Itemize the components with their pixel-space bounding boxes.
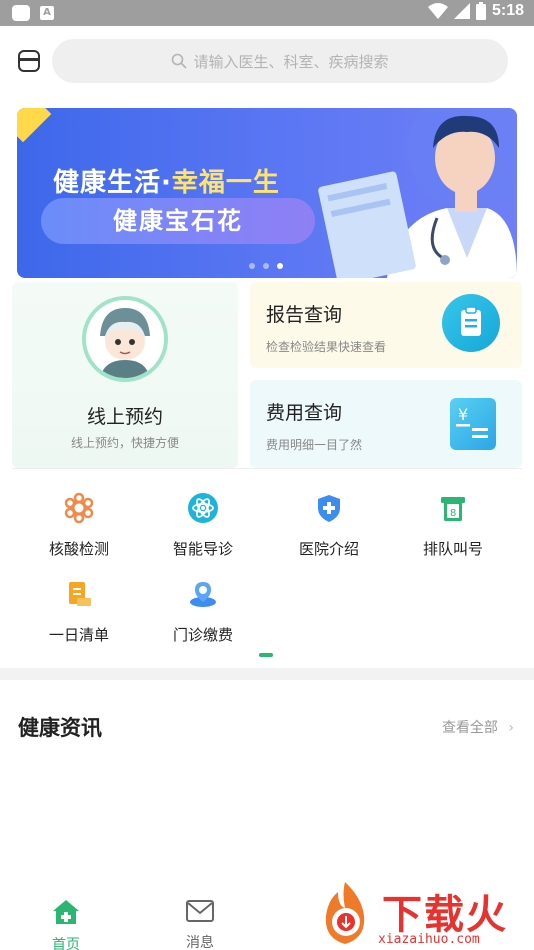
- watermark-logo: 下载火 xiazaihuo.com: [312, 878, 526, 950]
- banner-corner-decoration: [17, 108, 52, 143]
- daily-list-icon: [69, 582, 91, 606]
- function-outpatient-payment[interactable]: 门诊缴费: [148, 578, 258, 648]
- wifi-icon: [427, 3, 448, 19]
- appointment-subtitle: 线上预约，快捷方便: [70, 436, 179, 450]
- search-icon: [172, 53, 187, 69]
- search-placeholder: 请输入医生、科室、疾病搜索: [193, 52, 389, 71]
- status-bar: A 5:18: [0, 0, 534, 26]
- hospital-shield-icon: [318, 495, 340, 522]
- smart-guide-icon: [188, 493, 218, 523]
- queue-ticket-icon: 8: [441, 497, 465, 521]
- banner-title-part2: 幸福一生: [171, 168, 280, 198]
- nucleic-acid-icon: [64, 492, 94, 524]
- page-indicator: [259, 653, 273, 657]
- banner-subtitle: 健康宝石花: [113, 207, 243, 235]
- banner-pagination: [249, 263, 283, 269]
- home-icon: [53, 900, 79, 924]
- bill-icon: ¥: [450, 398, 496, 450]
- doctor-cartoon-icon: [86, 300, 164, 378]
- watermark-url: xiazaihuo.com: [378, 932, 480, 947]
- divider-line: [12, 468, 522, 469]
- status-time: 5:18: [491, 2, 524, 19]
- function-smart-guide[interactable]: 智能导诊: [148, 492, 258, 562]
- app-a-icon: A: [40, 6, 54, 20]
- mail-icon: [186, 900, 214, 922]
- signal-icon: [453, 3, 470, 19]
- fee-subtitle: 费用明细一目了然: [266, 438, 363, 452]
- function-label: 一日清单: [48, 626, 109, 644]
- doctor-illustration: [318, 108, 517, 278]
- section-divider: [0, 668, 534, 680]
- function-nucleic-acid[interactable]: 核酸检测: [24, 492, 134, 562]
- report-subtitle: 检查检验结果快速查看: [266, 340, 387, 354]
- function-label: 医院介绍: [298, 540, 359, 558]
- nav-home-label: 首页: [52, 937, 80, 950]
- promo-banner[interactable]: 健康生活·幸福一生 健康宝石花: [17, 108, 517, 278]
- nav-messages[interactable]: 消息: [160, 898, 240, 950]
- function-queue[interactable]: 8 排队叫号: [398, 492, 508, 562]
- fee-title: 费用查询: [266, 402, 343, 424]
- banner-dot[interactable]: [249, 263, 255, 269]
- chevron-right-icon: ›: [508, 720, 514, 736]
- nav-home[interactable]: 首页: [26, 898, 106, 950]
- nav-messages-label: 消息: [186, 935, 214, 950]
- online-appointment-card[interactable]: 线上预约 线上预约，快捷方便: [12, 282, 238, 468]
- report-title: 报告查询: [266, 304, 343, 326]
- function-hospital-intro[interactable]: 医院介绍: [274, 492, 384, 562]
- banner-dot-active[interactable]: [277, 263, 283, 269]
- banner-dot[interactable]: [263, 263, 269, 269]
- news-section-title: 健康资讯: [18, 716, 102, 740]
- banner-title: 健康生活·幸福一生: [53, 162, 280, 199]
- banner-title-part1: 健康生活·: [53, 168, 172, 198]
- view-all-link[interactable]: 查看全部 ›: [442, 717, 514, 737]
- function-label: 核酸检测: [48, 540, 109, 558]
- top-bar: 请输入医生、科室、疾病搜索: [0, 26, 534, 98]
- doctor-avatar: [82, 296, 168, 382]
- view-all-label: 查看全部: [441, 720, 498, 736]
- function-daily-list[interactable]: 一日清单: [24, 578, 134, 648]
- function-label: 排队叫号: [422, 540, 483, 558]
- search-input[interactable]: 请输入医生、科室、疾病搜索: [52, 39, 508, 83]
- outpatient-payment-icon: [190, 582, 216, 607]
- fee-query-card[interactable]: 费用查询 费用明细一目了然 ¥: [250, 380, 522, 468]
- svg-text:8: 8: [450, 508, 456, 519]
- report-query-card[interactable]: 报告查询 检查检验结果快速查看: [250, 282, 522, 368]
- clipboard-icon: [442, 294, 500, 352]
- function-label: 智能导诊: [172, 540, 233, 558]
- flame-logo-icon: [325, 882, 365, 944]
- battery-icon: [475, 2, 486, 20]
- notification-icon: [12, 5, 30, 21]
- menu-icon[interactable]: [18, 50, 40, 72]
- function-label: 门诊缴费: [172, 626, 233, 644]
- appointment-title: 线上预约: [86, 406, 163, 428]
- svg-text:¥: ¥: [458, 405, 468, 424]
